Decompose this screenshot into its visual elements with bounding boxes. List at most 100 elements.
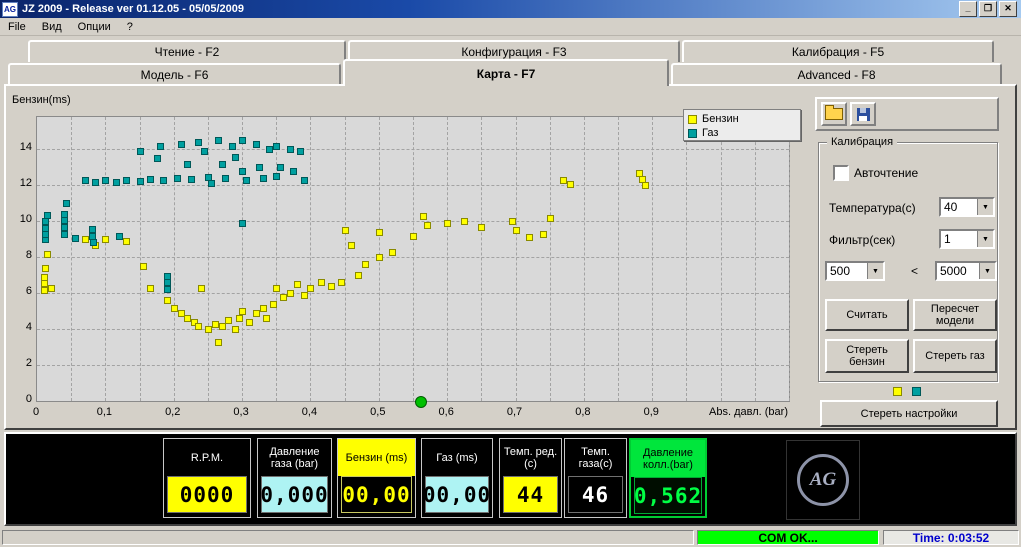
gas-data-point: [229, 143, 236, 150]
gas-data-point: [188, 176, 195, 183]
range-low-value: 500: [827, 264, 867, 278]
close-button-icon[interactable]: ✕: [999, 1, 1017, 17]
petrol-data-point: [123, 238, 130, 245]
open-file-button[interactable]: [821, 102, 847, 126]
chevron-down-icon[interactable]: ▼: [979, 263, 995, 279]
x-tick-label: 0,6: [429, 406, 463, 418]
open-folder-icon: [825, 108, 843, 120]
y-tick-label: 2: [8, 357, 32, 369]
petrol-data-point: [376, 254, 383, 261]
gas-data-point: [137, 178, 144, 185]
erase-settings-button[interactable]: Стереть настройки: [820, 400, 998, 427]
menu-options[interactable]: Опции: [70, 20, 119, 34]
filter-value: 1: [941, 232, 977, 246]
gridline-v: [105, 117, 106, 401]
petrol-data-point: [509, 218, 516, 225]
gas-data-point: [277, 164, 284, 171]
tab-advanced-f8[interactable]: Advanced - F8: [671, 63, 1002, 84]
gridline-v: [140, 117, 141, 401]
petrol-swatch-icon: [688, 115, 697, 124]
temperature-select[interactable]: 40 ▼: [939, 197, 995, 217]
legend-entry-gas: Газ: [688, 126, 796, 140]
gridline-v: [618, 117, 619, 401]
erase-petrol-button[interactable]: Стереть бензин: [825, 339, 909, 373]
gas-data-point: [42, 218, 49, 225]
gas-data-point: [273, 143, 280, 150]
gas-data-point: [239, 137, 246, 144]
recalc-model-button[interactable]: Пересчет модели: [913, 299, 997, 331]
gauge-gas-ms: Газ (ms) 00,00: [421, 438, 493, 518]
range-low-select[interactable]: 500 ▼: [825, 261, 885, 281]
erase-gas-button[interactable]: Стереть газ: [913, 339, 997, 373]
gridline-h: [37, 185, 789, 186]
auto-read-row: Авточтение: [833, 165, 918, 181]
gas-data-point: [239, 168, 246, 175]
save-floppy-icon: [857, 108, 870, 121]
read-button[interactable]: Считать: [825, 299, 909, 331]
gas-data-point: [164, 286, 171, 293]
gauge-label: R.P.M.: [164, 439, 250, 476]
gridline-v: [652, 117, 653, 401]
gas-data-point: [116, 233, 123, 240]
cursor-marker[interactable]: [415, 396, 427, 408]
gas-data-point: [137, 148, 144, 155]
gas-data-point: [201, 148, 208, 155]
gauge-reducer-temp: Темп. ред.(с) 44: [499, 438, 562, 518]
petrol-swatch-icon: [893, 387, 902, 396]
petrol-data-point: [547, 215, 554, 222]
gas-swatch-icon: [688, 129, 697, 138]
menu-help[interactable]: ?: [119, 20, 141, 34]
calibration-group: Калибрация Авточтение Температура(с) 40 …: [818, 142, 998, 382]
tab-calibration-f5[interactable]: Калибрация - F5: [682, 40, 994, 62]
tab-model-f6[interactable]: Модель - F6: [8, 63, 341, 84]
x-tick-label: 0,2: [156, 406, 190, 418]
mini-legend: [893, 387, 921, 396]
petrol-data-point: [164, 297, 171, 304]
gas-data-point: [63, 200, 70, 207]
gridline-h: [37, 365, 789, 366]
gauge-label: Темп. газа(с): [565, 439, 626, 476]
com-status: COM OK...: [697, 530, 879, 545]
x-tick-label: 0,1: [87, 406, 121, 418]
petrol-data-point: [225, 317, 232, 324]
tab-reading-f2[interactable]: Чтение - F2: [28, 40, 346, 62]
chevron-down-icon[interactable]: ▼: [977, 199, 993, 215]
gauge-value: 0000: [167, 476, 247, 513]
petrol-data-point: [328, 283, 335, 290]
menu-view[interactable]: Вид: [34, 20, 70, 34]
petrol-data-point: [198, 285, 205, 292]
menu-file[interactable]: File: [0, 20, 34, 34]
gas-data-point: [253, 141, 260, 148]
gas-data-point: [178, 141, 185, 148]
minimize-button-icon[interactable]: _: [959, 1, 977, 17]
gas-data-point: [215, 137, 222, 144]
filter-label: Фильтр(сек): [829, 233, 895, 247]
petrol-data-point: [526, 234, 533, 241]
petrol-data-point: [239, 308, 246, 315]
chevron-down-icon[interactable]: ▼: [977, 231, 993, 247]
gridline-v: [789, 117, 790, 401]
gas-data-point: [208, 180, 215, 187]
gas-data-point: [287, 146, 294, 153]
gridline-v: [516, 117, 517, 401]
x-tick-label: 0,3: [224, 406, 258, 418]
statusbar: COM OK... Time: 0:03:52: [0, 528, 1021, 547]
gauge-label: Давление газа (bar): [258, 439, 331, 476]
auto-read-checkbox[interactable]: [833, 165, 849, 181]
tab-map-f7[interactable]: Карта - F7: [343, 59, 669, 86]
petrol-data-point: [44, 251, 51, 258]
gas-data-point: [61, 231, 68, 238]
save-file-button[interactable]: [850, 102, 876, 126]
gridline-v: [208, 117, 209, 401]
petrol-data-point: [348, 242, 355, 249]
plot-area[interactable]: [36, 116, 790, 402]
filter-select[interactable]: 1 ▼: [939, 229, 995, 249]
maximize-button-icon[interactable]: ❐: [979, 1, 997, 17]
gas-data-point: [42, 231, 49, 238]
petrol-data-point: [140, 263, 147, 270]
petrol-data-point: [263, 315, 270, 322]
chevron-down-icon[interactable]: ▼: [867, 263, 883, 279]
petrol-data-point: [513, 227, 520, 234]
range-high-select[interactable]: 5000 ▼: [935, 261, 997, 281]
gauge-label: Темп. ред.(с): [500, 439, 561, 476]
